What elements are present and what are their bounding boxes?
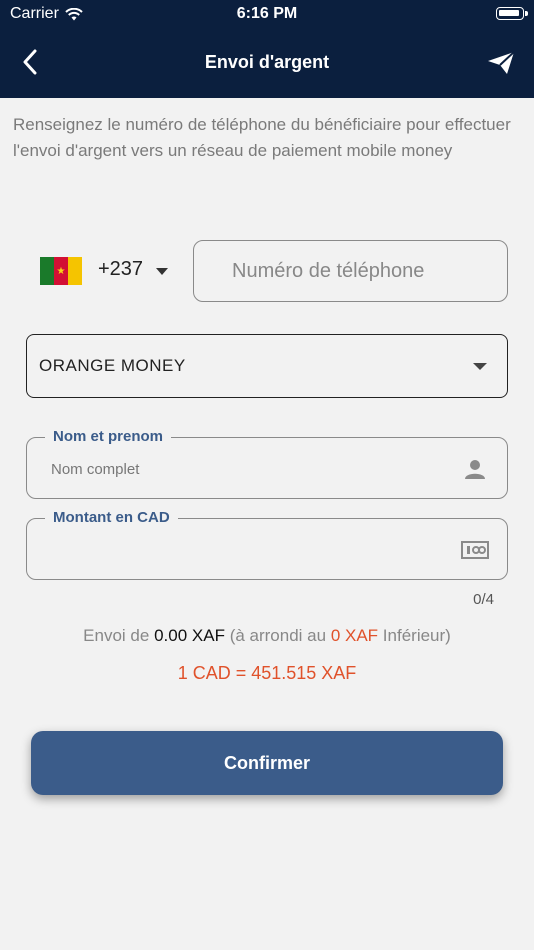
- summary-rounded: 0 XAF: [330, 626, 379, 645]
- dropdown-caret-icon: [473, 363, 487, 370]
- amount-counter: 0/4: [473, 591, 494, 608]
- network-select[interactable]: ORANGE MONEY: [26, 334, 508, 398]
- app-header: Carrier 6:16 PM Envoi d'argent: [0, 0, 534, 98]
- summary-prefix: Envoi de: [83, 626, 150, 645]
- amount-field[interactable]: Montant en CAD: [26, 509, 508, 580]
- transfer-summary: Envoi de 0.00 XAF (à arrondi au 0 XAF In…: [0, 626, 534, 646]
- intro-text: Renseignez le numéro de téléphone du bén…: [13, 115, 511, 160]
- page-title: Envoi d'argent: [204, 52, 330, 72]
- banknote-icon: [461, 536, 489, 564]
- name-field[interactable]: Nom et prenom: [26, 428, 508, 499]
- paper-plane-icon: [488, 51, 515, 74]
- summary-middle: (à arrondi au: [229, 626, 327, 645]
- battery-tip: [525, 11, 528, 16]
- network-select-value: ORANGE MONEY: [39, 356, 186, 375]
- summary-amount: 0.00 XAF: [154, 626, 225, 645]
- send-button[interactable]: [486, 48, 516, 78]
- person-icon: [461, 455, 489, 483]
- chevron-down-icon[interactable]: [156, 268, 168, 275]
- amount-field-label: Montant en CAD: [45, 509, 178, 526]
- name-input[interactable]: [51, 456, 431, 482]
- status-time: 6:16 PM: [236, 5, 298, 22]
- phone-number-input[interactable]: [193, 240, 508, 302]
- name-field-label: Nom et prenom: [45, 428, 172, 445]
- status-bar: Carrier 6:16 PM: [0, 0, 534, 28]
- battery-icon: [496, 7, 524, 20]
- summary-suffix: Inférieur): [382, 626, 451, 645]
- confirm-button[interactable]: Confirmer: [31, 731, 503, 795]
- amount-input[interactable]: [51, 537, 431, 563]
- cameroon-flag-icon[interactable]: ★: [40, 257, 82, 285]
- exchange-rate: 1 CAD = 451.515 XAF: [177, 663, 357, 683]
- dial-code[interactable]: +237: [98, 258, 143, 281]
